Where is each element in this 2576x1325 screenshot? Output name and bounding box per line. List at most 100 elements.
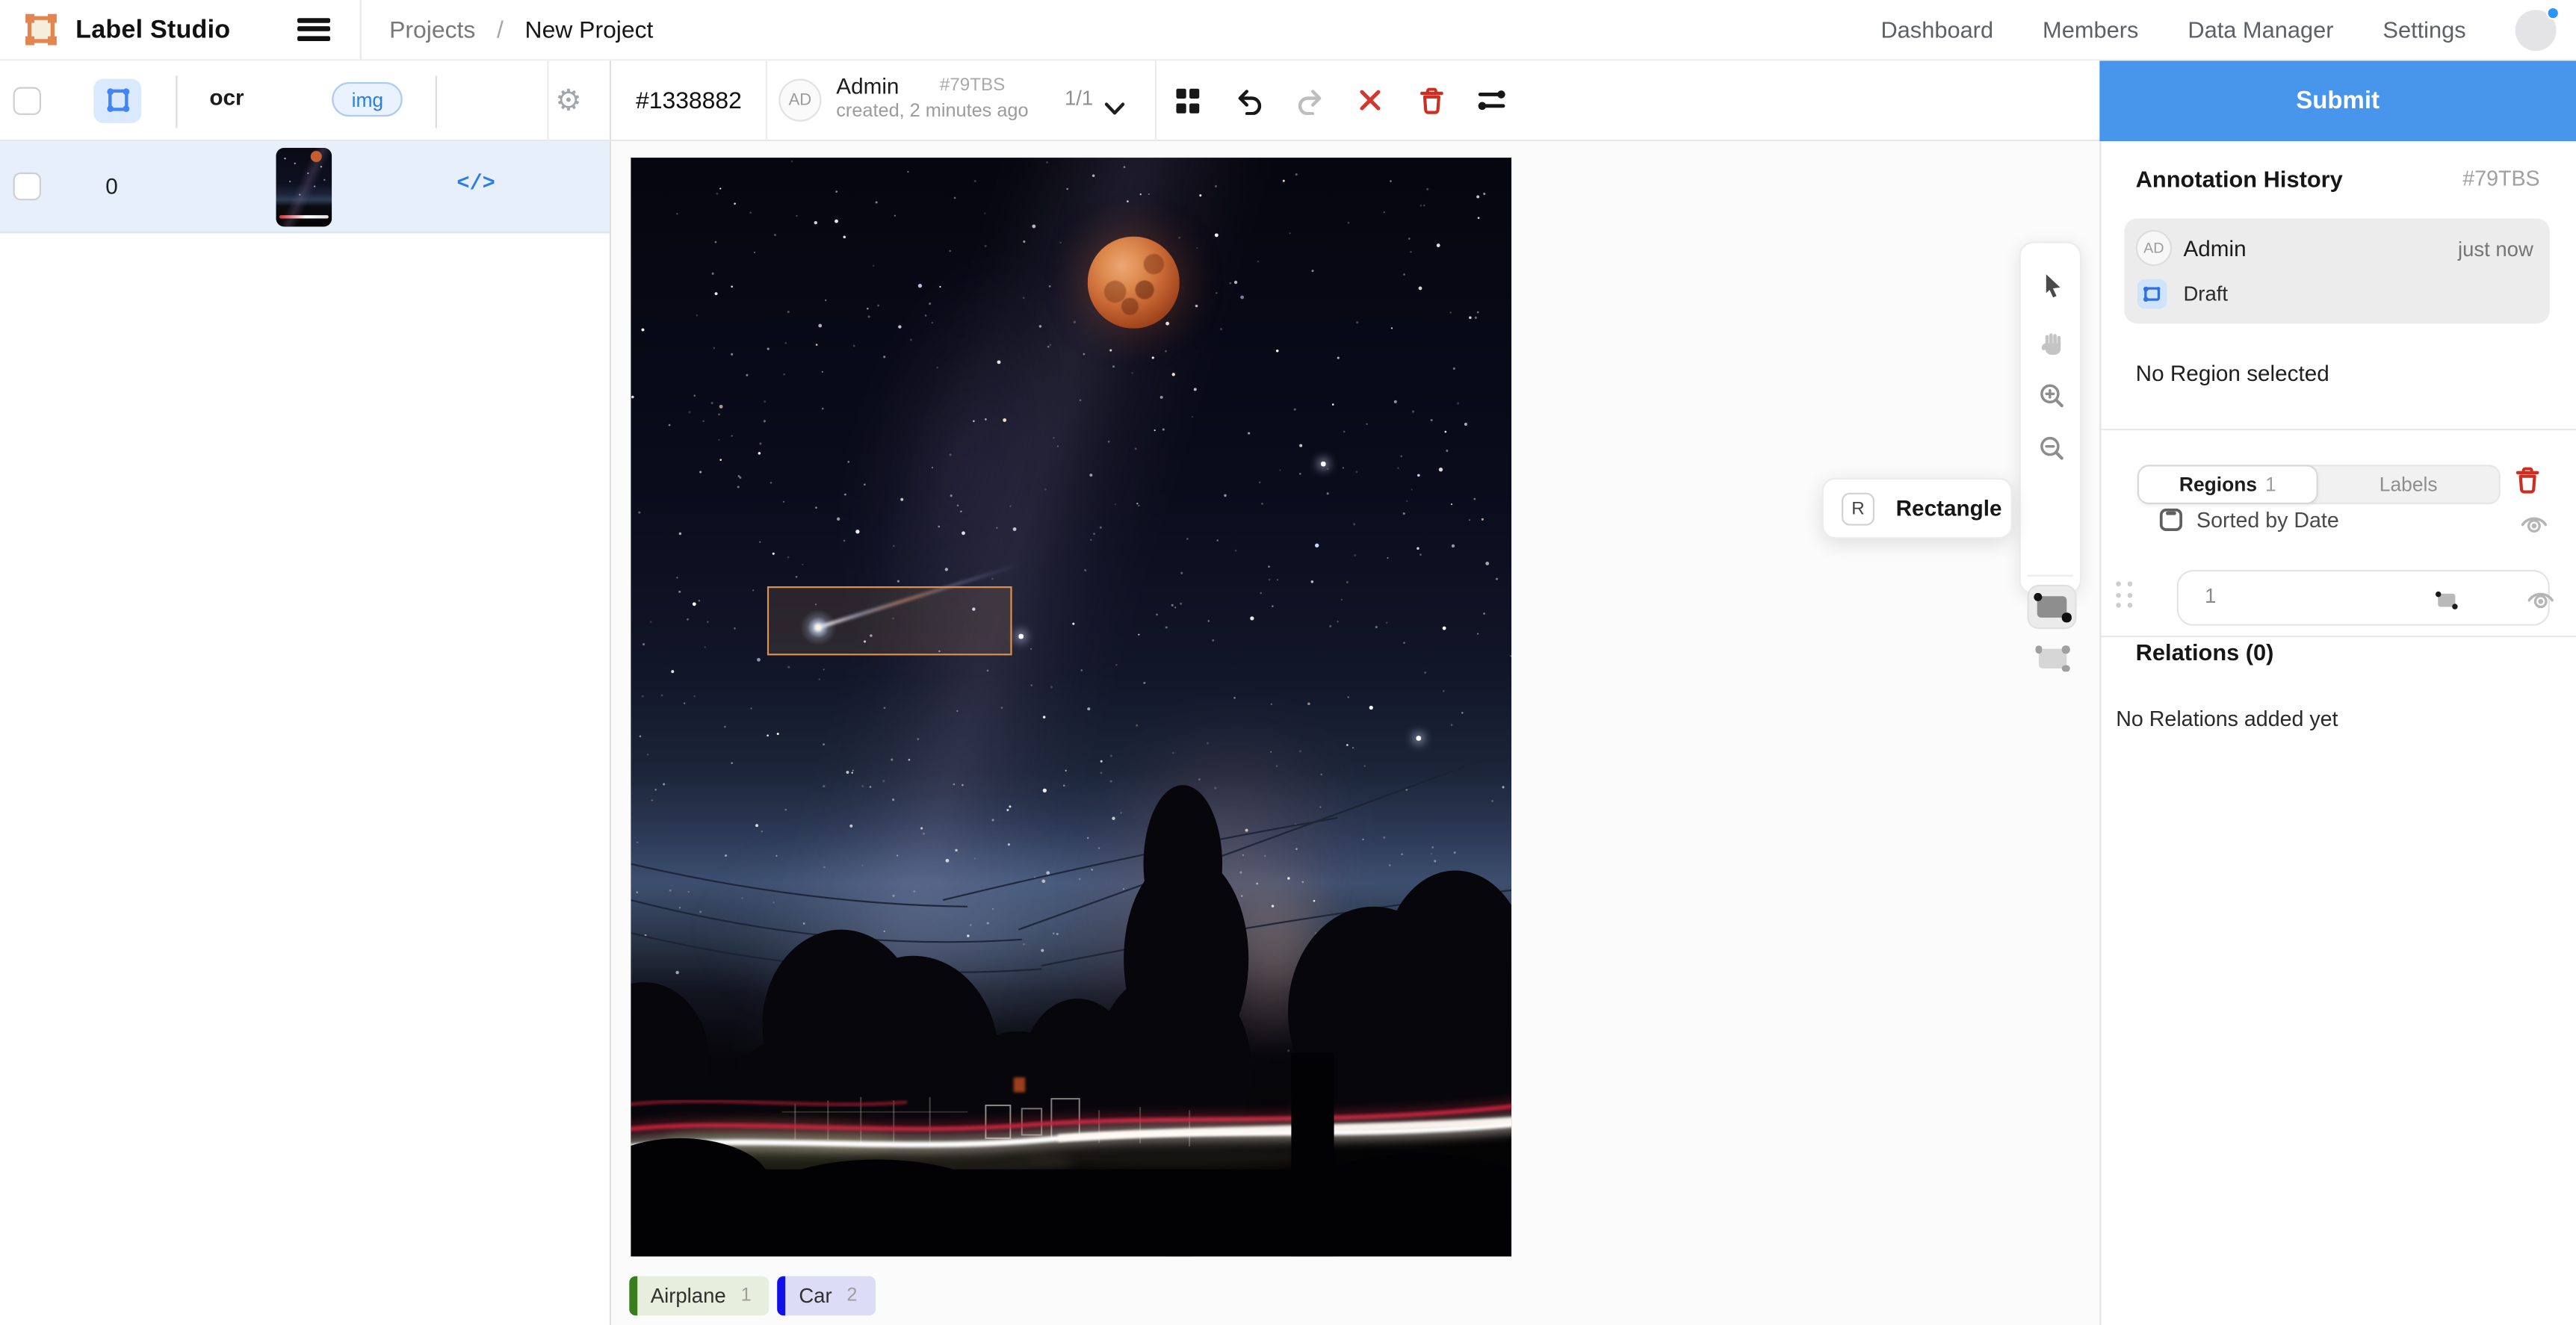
data-panel-header: ocr img ⚙ <box>0 60 611 141</box>
tooltip-label: Rectangle <box>1896 496 2002 521</box>
delete-regions-trash-icon[interactable] <box>2515 467 2540 503</box>
reset-close-icon[interactable] <box>1355 86 1385 116</box>
undo-icon[interactable] <box>1233 86 1263 116</box>
history-title: Annotation History <box>2136 166 2343 192</box>
select-all-checkbox[interactable] <box>13 86 41 114</box>
breadcrumb-projects[interactable]: Projects <box>389 18 475 44</box>
row-index: 0 <box>66 174 158 199</box>
nav-link-members[interactable]: Members <box>2043 17 2138 43</box>
region-index: 1 <box>2205 585 2216 608</box>
sidebar-divider <box>2101 636 2576 637</box>
tab-labels[interactable]: Labels <box>2318 467 2499 503</box>
canvas-toolbar <box>2019 241 2082 595</box>
label-hotkey: 1 <box>740 1286 751 1306</box>
label-name: Airplane <box>651 1285 726 1308</box>
lit-window <box>1014 1078 1025 1093</box>
label-color-bar <box>778 1276 785 1316</box>
zoom-out-tool[interactable] <box>2021 423 2084 473</box>
task-row[interactable]: 0 </> <box>0 141 610 233</box>
brand-title: Label Studio <box>75 16 230 46</box>
swap-annotations-icon[interactable] <box>1477 86 1507 116</box>
history-header: Annotation History #79TBS <box>2136 166 2540 192</box>
sort-order-control[interactable]: Sorted by Date <box>2158 507 2338 532</box>
navbar-divider <box>360 0 362 60</box>
label-studio-app: Label Studio Projects / New Project Dash… <box>0 0 2576 1325</box>
no-region-text: No Region selected <box>2136 361 2329 386</box>
row-checkbox[interactable] <box>13 173 41 200</box>
submit-button[interactable]: Submit <box>2099 60 2576 141</box>
pan-tool[interactable] <box>2021 319 2084 368</box>
grid-view-button[interactable] <box>93 78 141 122</box>
rectangle-tool-selected[interactable] <box>2028 585 2077 629</box>
label-row: Airplane 1 Car 2 <box>629 1276 876 1316</box>
sidebar-divider <box>2101 429 2576 430</box>
column-divider <box>176 75 177 127</box>
label-studio-logo-icon <box>25 13 58 55</box>
image-canvas[interactable] <box>631 158 1511 1256</box>
img-tag-badge: img <box>332 82 403 117</box>
region-entry[interactable]: 1 <box>2177 570 2550 626</box>
region-visibility-eye-icon[interactable] <box>2527 588 2554 619</box>
nav-link-data-manager[interactable]: Data Manager <box>2188 17 2333 43</box>
hand-icon <box>2038 329 2066 357</box>
drag-handle[interactable] <box>2116 581 2131 607</box>
three-point-rectangle-tool[interactable] <box>2028 639 2077 678</box>
chevron-down-icon[interactable] <box>1104 94 1126 124</box>
annotation-pager: 1/1 <box>1065 87 1093 111</box>
code-icon[interactable]: </> <box>456 171 495 196</box>
history-status: Draft <box>2183 282 2228 305</box>
history-entry[interactable]: AD Admin just now Draft <box>2124 218 2550 323</box>
history-time: just now <box>2458 238 2533 261</box>
column-header-ocr[interactable]: ocr <box>181 84 273 109</box>
annotation-ref: #79TBS <box>940 75 1005 95</box>
sort-panel-icon <box>2158 507 2183 532</box>
toolbar-divider <box>2028 575 2074 577</box>
label-hotkey: 2 <box>846 1286 857 1306</box>
notification-dot <box>2546 6 2560 19</box>
history-ref: #79TBS <box>2462 166 2539 192</box>
label-car[interactable]: Car 2 <box>778 1276 876 1316</box>
landscape-scene <box>631 158 1511 1256</box>
tab-regions-label: Regions <box>2179 473 2257 496</box>
region-rectangle-icon <box>2433 589 2459 619</box>
annotation-region-rectangle[interactable] <box>767 586 1012 655</box>
hamburger-menu-icon[interactable] <box>297 18 330 41</box>
trash-icon[interactable] <box>1417 86 1446 116</box>
relations-title: Relations (0) <box>2136 639 2274 665</box>
label-color-bar <box>629 1276 637 1316</box>
task-id: #1338882 <box>636 88 742 114</box>
label-airplane[interactable]: Airplane 1 <box>629 1276 770 1316</box>
navbar-links: Dashboard Members Data Manager Settings <box>1880 0 2556 60</box>
redo-icon[interactable] <box>1295 86 1325 116</box>
move-cursor-tool[interactable] <box>2021 261 2084 311</box>
label-name: Car <box>799 1285 832 1308</box>
task-thumbnail[interactable] <box>276 148 332 227</box>
tab-regions-count: 1 <box>2265 473 2276 496</box>
cursor-icon <box>2040 273 2064 299</box>
nav-link-settings[interactable]: Settings <box>2383 17 2465 43</box>
task-toolbar <box>1173 60 1506 141</box>
history-avatar: AD <box>2136 230 2172 266</box>
toggle-all-visibility-eye-icon[interactable] <box>2520 512 2548 544</box>
gear-icon[interactable]: ⚙ <box>555 81 581 117</box>
region-list-item[interactable]: 1 <box>2101 565 2576 630</box>
grid-view-all-icon[interactable] <box>1173 86 1203 116</box>
breadcrumb-current: New Project <box>525 18 654 44</box>
author-name: Admin <box>836 73 899 98</box>
breadcrumb: Projects / New Project <box>389 18 653 44</box>
history-author: Admin <box>2183 237 2246 261</box>
rectangle-tool-tooltip: R Rectangle <box>1822 478 2013 539</box>
task-header: #1338882 AD Admin #79TBS created, 2 minu… <box>611 60 2099 141</box>
zoom-in-tool[interactable] <box>2021 371 2084 421</box>
annotation-workspace: Airplane 1 Car 2 <box>611 141 2099 1325</box>
nav-link-dashboard[interactable]: Dashboard <box>1880 17 1993 43</box>
author-avatar: AD <box>778 79 821 122</box>
tab-regions[interactable]: Regions 1 <box>2137 465 2318 504</box>
top-navbar: Label Studio Projects / New Project Dash… <box>0 0 2576 60</box>
header-divider <box>1155 60 1157 141</box>
rectangle-tool-icon <box>2037 596 2067 618</box>
grid-view-icon <box>102 85 132 115</box>
annotation-sidebar: Annotation History #79TBS AD Admin just … <box>2099 141 2576 1325</box>
zoom-in-icon <box>2039 382 2065 409</box>
user-avatar[interactable] <box>2515 10 2557 51</box>
